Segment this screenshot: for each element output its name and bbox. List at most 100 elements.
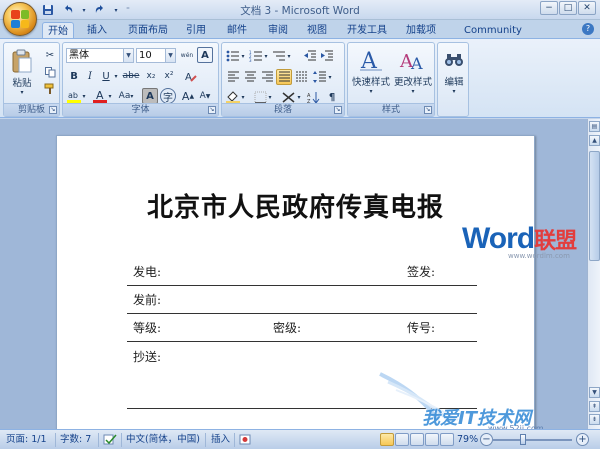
subscript-button[interactable]: x₂ [143, 68, 159, 84]
vertical-scrollbar[interactable]: ▤ ▲ ▼ ⇞ ⇟ [587, 119, 600, 429]
view-print-layout-icon[interactable] [380, 433, 394, 446]
paste-dropdown-icon[interactable]: ▾ [20, 89, 23, 96]
previous-page-icon[interactable]: ⇞ [589, 401, 600, 412]
paste-button[interactable]: 粘贴 ▾ [8, 47, 36, 96]
grow-font-label: A [181, 89, 190, 103]
field-qian-fa: 签发: [407, 265, 436, 279]
view-outline-icon[interactable] [425, 433, 439, 446]
font-launcher-icon[interactable]: ↘ [208, 106, 216, 114]
clipboard-launcher-icon[interactable]: ↘ [49, 106, 57, 114]
character-border-button[interactable]: A [197, 47, 213, 63]
quick-styles-button[interactable]: A 快速样式 ▾ [352, 46, 390, 95]
language-indicator[interactable]: 中文(简体，中国) [126, 434, 200, 446]
copy-icon[interactable] [42, 64, 58, 80]
tab-references[interactable]: 引用 [181, 22, 211, 39]
font-size-combo[interactable]: 10 ▼ [136, 48, 176, 63]
underline-button[interactable]: U [98, 68, 114, 84]
change-styles-button[interactable]: AA 更改样式 ▾ [392, 46, 434, 95]
italic-button[interactable]: I [82, 68, 98, 84]
highlight-dropdown-icon[interactable]: ▾ [81, 88, 87, 104]
editing-button[interactable]: 编辑 ▾ [440, 46, 468, 95]
change-case-button[interactable]: Aa ▾ [116, 88, 136, 104]
justify-icon[interactable] [276, 69, 292, 85]
zoom-slider-knob[interactable] [519, 434, 526, 445]
enclose-characters-button[interactable]: 字 [160, 88, 176, 104]
insert-mode[interactable]: 插入 [211, 434, 230, 446]
tab-home[interactable]: 开始 [42, 22, 74, 39]
align-left-icon[interactable] [225, 69, 241, 85]
office-button[interactable] [3, 2, 37, 36]
tab-review[interactable]: 审阅 [263, 22, 293, 39]
next-page-icon[interactable]: ⇟ [589, 414, 600, 425]
distributed-icon[interactable] [293, 69, 309, 85]
font-size-dropdown-icon[interactable]: ▼ [165, 49, 175, 62]
font-color-icon[interactable]: A [92, 88, 108, 104]
scroll-thumb[interactable] [589, 151, 600, 261]
shrink-font-button[interactable]: A ▼ [197, 88, 213, 104]
align-center-icon[interactable] [242, 69, 258, 85]
numbering-icon[interactable]: 123 [248, 48, 264, 64]
close-button[interactable]: ✕ [578, 1, 596, 15]
numbering-dropdown-icon[interactable]: ▾ [263, 48, 269, 64]
maximize-button[interactable]: □ [559, 1, 577, 15]
styles-launcher-icon[interactable]: ↘ [424, 106, 432, 114]
view-full-screen-icon[interactable] [395, 433, 409, 446]
tab-mailings[interactable]: 邮件 [222, 22, 252, 39]
change-case-dropdown-icon: ▾ [130, 92, 134, 100]
format-painter-icon[interactable] [42, 81, 58, 97]
page-count[interactable]: 页面: 1/1 [6, 434, 47, 446]
group-clipboard: 粘贴 ▾ ✂ 剪贴板 ↘ [3, 42, 60, 117]
field-fa-qian: 发前: [133, 293, 162, 307]
increase-indent-icon[interactable] [319, 48, 335, 64]
tab-addins[interactable]: 加载项 [401, 22, 441, 39]
zoom-slider-track[interactable] [492, 439, 572, 441]
bold-button[interactable]: B [66, 68, 82, 84]
line-spacing-icon[interactable] [312, 69, 328, 85]
tab-view[interactable]: 视图 [302, 22, 332, 39]
strikethrough-button[interactable]: abe [122, 68, 140, 84]
grow-font-button[interactable]: A ▲ [180, 88, 196, 104]
highlight-color-icon[interactable]: ab [66, 88, 82, 104]
zoom-in-icon[interactable]: + [576, 433, 589, 446]
status-bar: 页面: 1/1 字数: 7 中文(简体，中国) 插入 79% − + [0, 429, 600, 449]
word-count[interactable]: 字数: 7 [60, 434, 91, 446]
bullets-icon[interactable] [225, 48, 241, 64]
decrease-indent-icon[interactable] [302, 48, 318, 64]
line-spacing-dropdown-icon[interactable]: ▾ [327, 69, 333, 85]
tab-community-clips[interactable]: Community Clips [451, 22, 535, 53]
multilevel-dropdown-icon[interactable]: ▾ [286, 48, 292, 64]
ruler-toggle-icon[interactable]: ▤ [589, 121, 600, 132]
superscript-button[interactable]: x² [161, 68, 177, 84]
divider-line [127, 285, 477, 286]
svg-text:A: A [185, 72, 192, 83]
clear-formatting-icon[interactable]: A [183, 68, 199, 84]
group-paragraph: ▾ 123 ▾ ▾ ▾ ▾ ▾ ▾ A Z ¶ 段落 ↘ [221, 42, 345, 117]
phonetic-guide-button[interactable]: wén [179, 47, 195, 63]
minimize-button[interactable]: − [540, 1, 558, 15]
window-controls: − □ ✕ [540, 1, 596, 15]
tab-page-layout[interactable]: 页面布局 [124, 22, 172, 39]
help-icon[interactable]: ? [582, 23, 594, 35]
macro-record-icon[interactable] [239, 434, 251, 446]
view-web-layout-icon[interactable] [410, 433, 424, 446]
align-right-icon[interactable] [259, 69, 275, 85]
font-name-dropdown-icon[interactable]: ▼ [123, 49, 133, 62]
cut-icon[interactable]: ✂ [42, 47, 58, 63]
font-name-combo[interactable]: 黑体 ▼ [66, 48, 134, 63]
scroll-up-icon[interactable]: ▲ [589, 135, 600, 146]
watermark-word-logo: Word联盟 [462, 222, 577, 256]
paragraph-launcher-icon[interactable]: ↘ [334, 106, 342, 114]
status-separator [121, 433, 122, 447]
font-size-value: 10 [139, 50, 152, 61]
zoom-level[interactable]: 79% [457, 434, 478, 446]
bullets-dropdown-icon[interactable]: ▾ [240, 48, 246, 64]
underline-dropdown-icon[interactable]: ▾ [113, 68, 119, 84]
character-shading-button[interactable]: A [142, 88, 158, 104]
scroll-down-icon[interactable]: ▼ [589, 387, 600, 398]
spelling-check-icon[interactable] [103, 434, 117, 446]
font-color-dropdown-icon[interactable]: ▾ [107, 88, 113, 104]
view-draft-icon[interactable] [440, 433, 454, 446]
tab-insert[interactable]: 插入 [82, 22, 112, 39]
multilevel-list-icon[interactable] [271, 48, 287, 64]
tab-developer[interactable]: 开发工具 [342, 22, 392, 39]
